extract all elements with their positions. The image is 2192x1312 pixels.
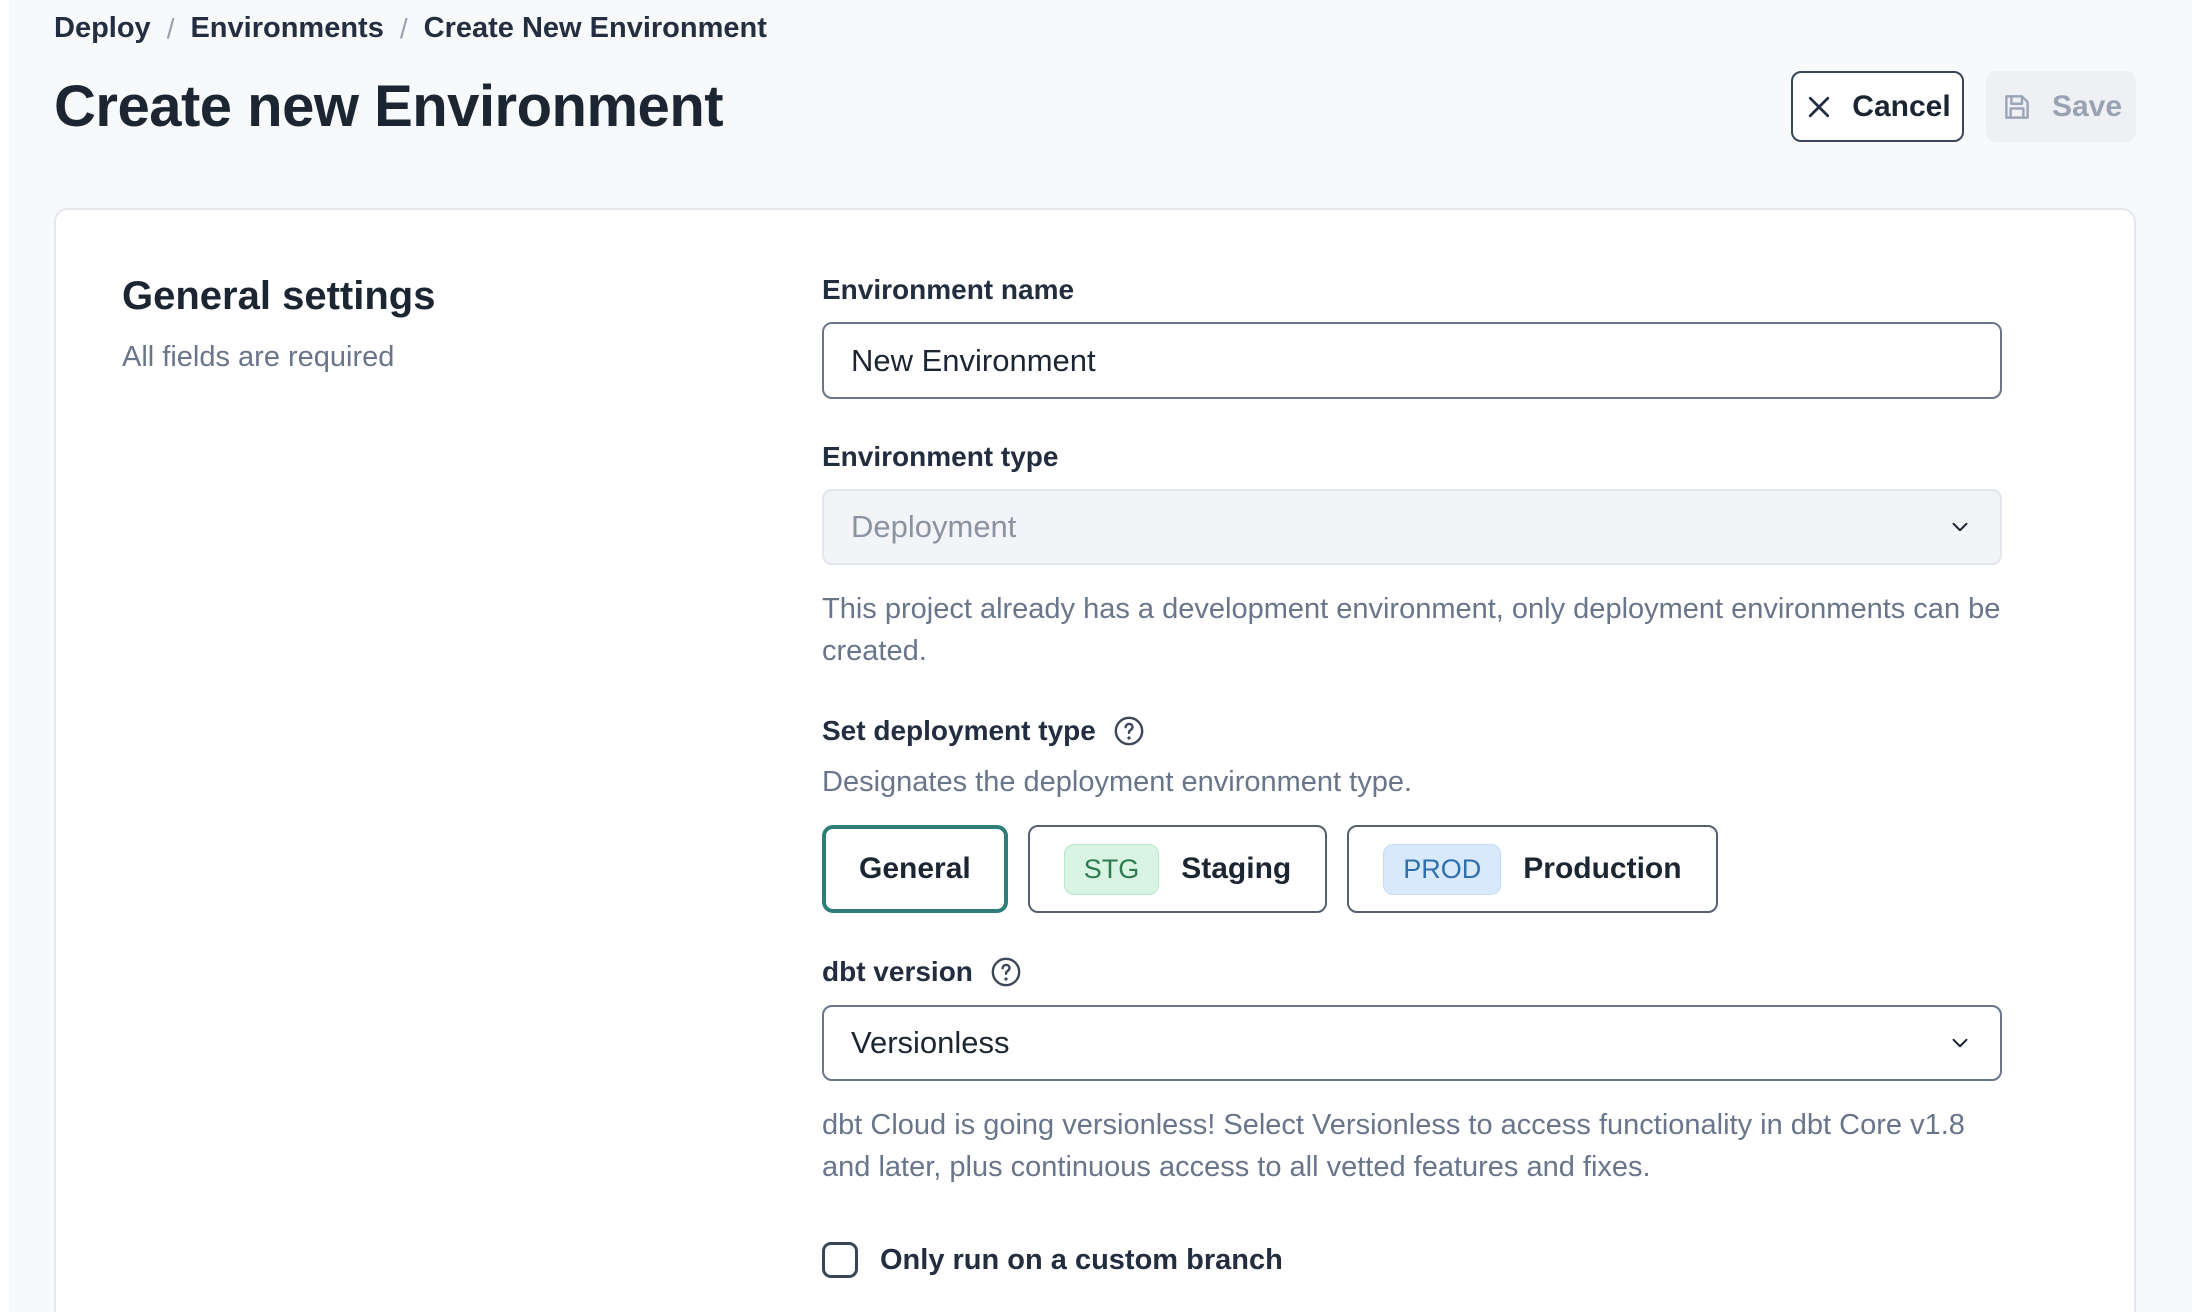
environment-type-field: Environment type Deployment This project… [822,441,2002,672]
breadcrumb-deploy[interactable]: Deploy [54,12,151,45]
dbt-version-value: Versionless [851,1025,1010,1061]
breadcrumb-current: Create New Environment [424,12,767,45]
close-icon [1804,92,1834,122]
page: Deploy / Environments / Create New Envir… [0,0,2192,1312]
deployment-type-field: Set deployment type Designates the deplo… [822,714,2002,913]
save-button-label: Save [2052,90,2122,124]
page-title: Create new Environment [54,73,723,140]
breadcrumb: Deploy / Environments / Create New Envir… [54,10,2136,45]
environment-name-field: Environment name [822,274,2002,399]
environment-form: Environment name Environment type Deploy… [822,274,2002,1278]
environment-type-label: Environment type [822,441,2002,473]
section-subheading: All fields are required [122,341,822,374]
save-button[interactable]: Save [1986,71,2136,142]
header-actions: Cancel Save [1791,71,2136,142]
chevron-down-icon [1947,514,1973,540]
deployment-type-options: General STG Staging PROD Production [822,825,2002,913]
deployment-type-option-staging[interactable]: STG Staging [1028,825,1328,913]
cancel-button-label: Cancel [1852,90,1950,124]
environment-name-input[interactable] [822,322,2002,399]
breadcrumb-environments[interactable]: Environments [190,12,383,45]
environment-type-select[interactable]: Deployment [822,489,2002,565]
section-heading: General settings [122,274,822,319]
custom-branch-field: Only run on a custom branch [822,1242,2002,1278]
dbt-version-field: dbt version Versionless [822,955,2002,1188]
environment-type-value: Deployment [851,509,1016,545]
general-settings-card: General settings All fields are required… [54,208,2136,1312]
cancel-button[interactable]: Cancel [1791,71,1964,142]
deployment-type-description: Designates the deployment environment ty… [822,766,2002,799]
save-icon [2000,90,2034,124]
help-icon[interactable] [1112,714,1146,748]
page-header: Create new Environment Cancel Save [54,71,2136,142]
option-label: General [859,852,971,886]
help-icon[interactable] [989,955,1023,989]
environment-type-help: This project already has a development e… [822,588,2002,672]
custom-branch-checkbox[interactable] [822,1242,858,1278]
section-intro: General settings All fields are required [122,274,822,1278]
staging-badge: STG [1064,844,1160,895]
breadcrumb-separator: / [167,13,175,45]
custom-branch-label[interactable]: Only run on a custom branch [880,1244,1283,1277]
production-badge: PROD [1383,844,1501,895]
option-label: Staging [1181,852,1291,886]
dbt-version-select[interactable]: Versionless [822,1005,2002,1081]
deployment-type-option-production[interactable]: PROD Production [1347,825,1717,913]
deployment-type-label: Set deployment type [822,715,1096,747]
deployment-type-option-general[interactable]: General [822,825,1008,913]
dbt-version-help: dbt Cloud is going versionless! Select V… [822,1104,2002,1188]
breadcrumb-separator: / [400,13,408,45]
option-label: Production [1523,852,1681,886]
chevron-down-icon [1947,1030,1973,1056]
environment-name-label: Environment name [822,274,2002,306]
dbt-version-label: dbt version [822,956,973,988]
